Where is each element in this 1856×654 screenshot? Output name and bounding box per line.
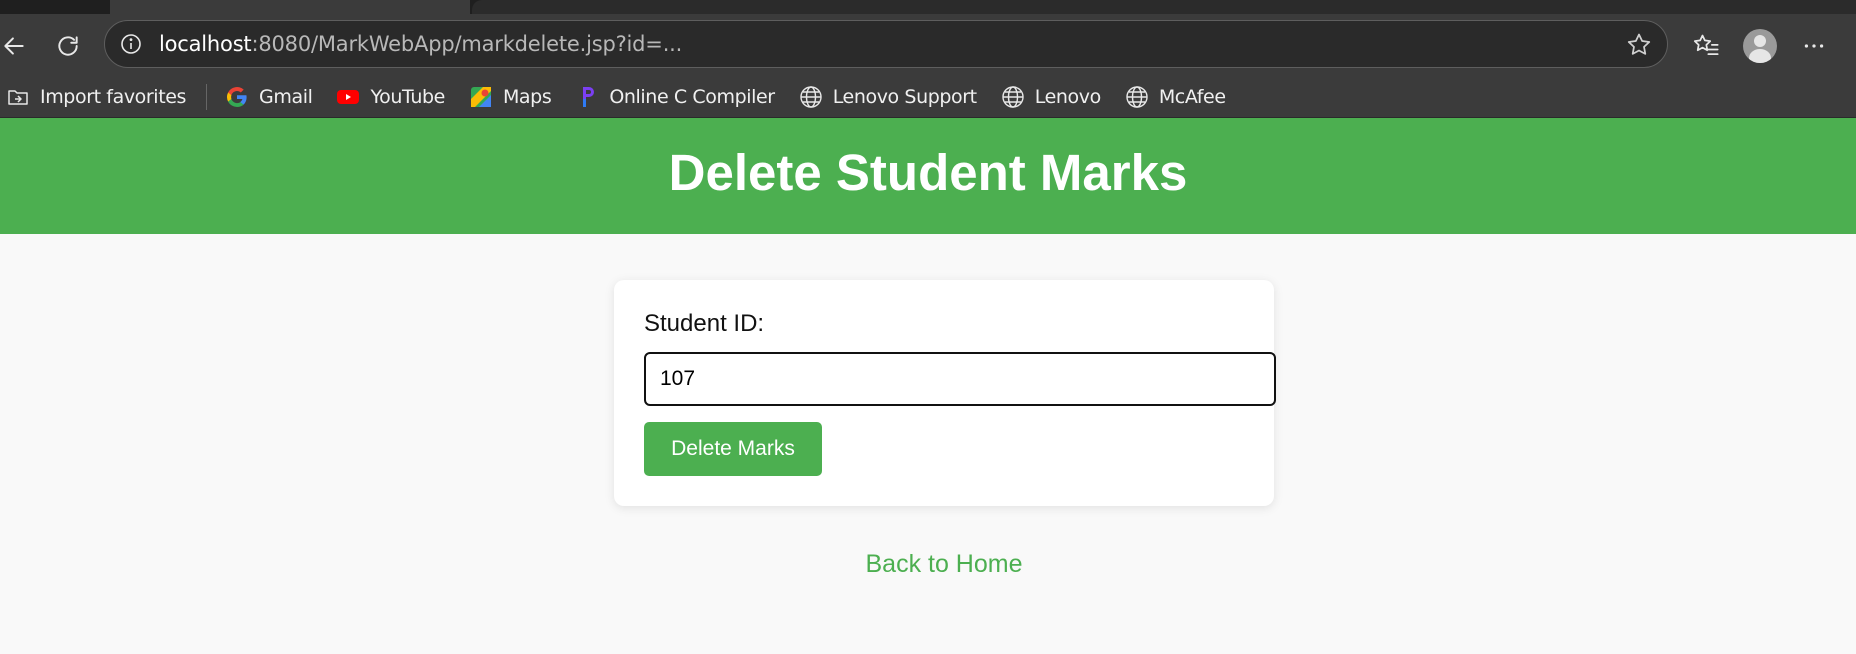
bookmark-separator <box>206 83 208 110</box>
student-id-input[interactable] <box>644 352 1276 406</box>
bookmark-label: Lenovo Support <box>832 85 977 108</box>
globe-icon <box>799 85 823 109</box>
youtube-icon <box>336 85 360 109</box>
url-path: :8080/MarkWebApp/markdelete.jsp?id=... <box>251 32 683 56</box>
arrow-left-icon <box>4 37 24 55</box>
site-info-icon[interactable] <box>117 30 145 58</box>
import-favorites-icon <box>6 85 30 109</box>
tab-strip <box>0 0 1856 14</box>
student-id-label: Student ID: <box>644 310 765 337</box>
url-host: localhost <box>159 32 252 56</box>
tab-strip-area[interactable] <box>472 0 1856 14</box>
profile-button[interactable] <box>1740 26 1780 66</box>
avatar <box>1743 29 1777 63</box>
active-tab[interactable] <box>110 0 470 14</box>
bookmark-import-favorites[interactable]: Import favorites <box>0 79 192 115</box>
globe-icon <box>1001 85 1025 109</box>
favorites-list-icon <box>1693 34 1719 56</box>
bookmark-youtube[interactable]: YouTube <box>330 79 450 115</box>
page-title: Delete Student Marks <box>668 143 1188 201</box>
bookmark-online-c-compiler[interactable]: Online C Compiler <box>569 79 780 115</box>
compiler-icon <box>575 85 599 109</box>
bookmark-label: Lenovo <box>1034 85 1101 108</box>
more-menu-button[interactable] <box>1794 26 1834 66</box>
bookmark-maps[interactable]: Maps <box>463 79 557 115</box>
globe-icon <box>1125 85 1149 109</box>
back-button[interactable] <box>0 26 34 66</box>
delete-marks-form: Student ID: Delete Marks <box>614 280 1276 506</box>
bookmark-label: Gmail <box>259 85 313 108</box>
bookmark-label: Maps <box>502 85 552 108</box>
favorite-star-icon[interactable] <box>1625 31 1653 59</box>
bookmark-label: Online C Compiler <box>609 85 775 108</box>
url-text[interactable]: localhost:8080/MarkWebApp/markdelete.jsp… <box>159 32 682 56</box>
maps-icon <box>469 85 493 109</box>
address-bar[interactable]: localhost:8080/MarkWebApp/markdelete.jsp… <box>104 20 1668 68</box>
back-link-container: Back to Home <box>0 550 1856 579</box>
bookmarks-bar: Import favorites Gmail YouTube Maps Onli… <box>0 76 1856 118</box>
bookmark-label: YouTube <box>370 85 445 108</box>
bookmark-mcafee[interactable]: McAfee <box>1119 79 1232 115</box>
reload-icon <box>58 36 78 56</box>
back-to-home-link[interactable]: Back to Home <box>865 550 1022 579</box>
reload-button[interactable] <box>48 26 88 66</box>
page-header: Delete Student Marks <box>0 118 1856 234</box>
bookmark-lenovo-support[interactable]: Lenovo Support <box>793 79 983 115</box>
bookmark-lenovo[interactable]: Lenovo <box>995 79 1107 115</box>
google-icon <box>225 85 249 109</box>
bookmark-label: Import favorites <box>40 85 187 108</box>
delete-marks-button[interactable]: Delete Marks <box>644 422 822 476</box>
bookmark-label: McAfee <box>1158 85 1226 108</box>
bookmark-gmail[interactable]: Gmail <box>219 79 318 115</box>
favorites-button[interactable] <box>1686 26 1726 66</box>
more-dots-icon <box>1804 44 1824 48</box>
